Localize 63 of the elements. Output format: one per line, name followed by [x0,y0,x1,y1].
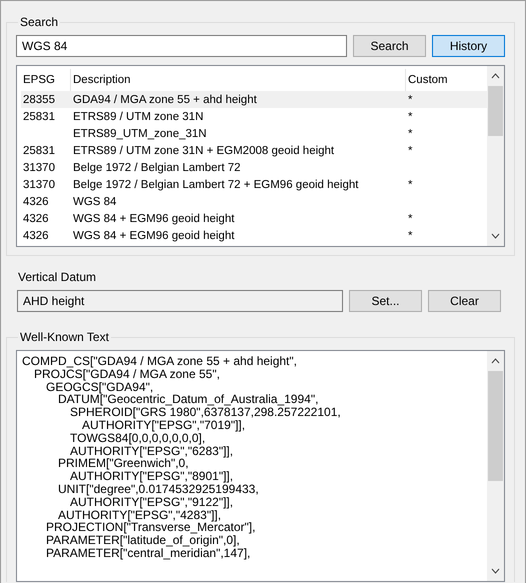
column-header[interactable]: Custom [406,69,487,91]
wkt-line: PROJECTION["Transverse_Mercator"], [45,521,256,534]
history-button[interactable]: History [432,35,505,57]
group-title: Search [19,15,60,29]
scrollbar[interactable] [487,66,504,246]
wkt-line: TOWGS84[0,0,0,0,0,0,0], [69,432,206,445]
epsg-cell-text: 25831 [22,144,56,156]
section-label: Vertical Datum [17,269,98,284]
wkt-line: AUTHORITY["EPSG","8901"]], [70,470,234,483]
epsg-cell-text: 31370 [22,178,56,190]
set-button[interactable]: Set... [349,290,422,312]
custom-cell-text: * [407,94,414,106]
table-row[interactable]: ETRS89_UTM_zone_31N * [21,125,487,142]
table-row[interactable]: 4326 WGS 84 + EGM96 geoid height * [21,227,487,244]
scrollbar-thumb[interactable] [488,371,503,481]
wkt-line: AUTHORITY["EPSG","6283"]], [70,444,234,458]
epsg-cell-text: 4326 [22,212,50,224]
wkt-line: PARAMETER["latitude_of_origin",0], [45,534,240,547]
description-cell-text: ETRS89_UTM_zone_31N [72,128,208,140]
wkt-line: GEOGCS["GDA94", [46,380,154,394]
description-cell-text: WGS 84 [72,196,118,208]
description-cell-text: WGS 84 + EGM96 geoid height [72,212,236,224]
wkt-line: DATUM["Geocentric_Datum_of_Australia_1994", [58,393,320,406]
wkt-line: PROJCS["GDA94 / MGA zone 55", [34,368,221,381]
description-cell-text: GDA94 / MGA zone 55 + ahd height [72,94,258,106]
description-cell-text: Belge 1972 / Belgian Lambert 72 + EGM96 geoid height [72,178,360,190]
custom-cell-text: * [407,110,414,122]
custom-cell-text: * [407,212,414,224]
epsg-cell-text: 28355 [22,94,56,106]
description-cell-text: ETRS89 / UTM zone 31N [72,110,204,122]
epsg-cell-text: 25831 [22,110,56,122]
custom-cell-text: * [407,178,414,190]
epsg-cell-text: 4326 [22,230,50,242]
scrollbar[interactable] [487,351,504,581]
description-cell-text: WGS 84 + EGM96 geoid height [72,230,236,242]
table-row[interactable]: 4326 WGS 84 [21,193,487,210]
wkt-line: PRIMEM["Greenwich",0, [57,457,189,470]
epsg-cell-text: 31370 [22,162,56,174]
wkt-line: AUTHORITY["EPSG","4283"]], [58,508,222,522]
description-cell-text: Belge 1972 / Belgian Lambert 72 [72,162,242,174]
wkt-line: UNIT["degree",0.0174532925199433, [57,482,260,496]
table-row[interactable]: 31370 Belge 1972 / Belgian Lambert 72 + EGM96 geoid height * [21,176,487,193]
clear-button[interactable]: Clear [428,290,501,312]
table-row[interactable]: 4326 WGS 84 + EGM96 geoid height * [21,210,487,227]
wkt-line: SPHEROID["GRS 1980",6378137,298.257222101, [70,406,342,419]
vertical-datum-field[interactable]: AHD height [17,290,343,312]
wkt-line: PARAMETER["central_meridian",147], [45,546,252,560]
custom-cell-text: * [407,230,414,242]
scrollbar-thumb[interactable] [488,86,503,136]
table-row[interactable]: 31370 Belge 1972 / Belgian Lambert 72 [21,159,487,176]
table-row[interactable]: 28355 GDA94 / MGA zone 55 + ahd height * [21,91,487,108]
search-button[interactable]: Search [353,35,426,57]
description-cell-text: ETRS89 / UTM zone 31N + EGM2008 geoid height [72,144,336,156]
wkt-line: COMPD_CS["GDA94 / MGA zone 55 + ahd height", [22,355,298,368]
wkt-line: AUTHORITY["EPSG","7019"]], [82,418,246,432]
custom-cell-text: * [407,144,414,156]
epsg-cell-text: 4326 [22,196,50,208]
table-row[interactable]: 25831 ETRS89 / UTM zone 31N + EGM2008 geoid height * [21,142,487,159]
search-field[interactable]: WGS 84 [16,35,347,57]
group-title: Well-Known Text [19,330,110,344]
wkt-line: AUTHORITY["EPSG","9122"]], [70,496,234,509]
table-row[interactable]: 25831 ETRS89 / UTM zone 31N * [21,108,487,125]
custom-cell-text: * [407,128,414,140]
